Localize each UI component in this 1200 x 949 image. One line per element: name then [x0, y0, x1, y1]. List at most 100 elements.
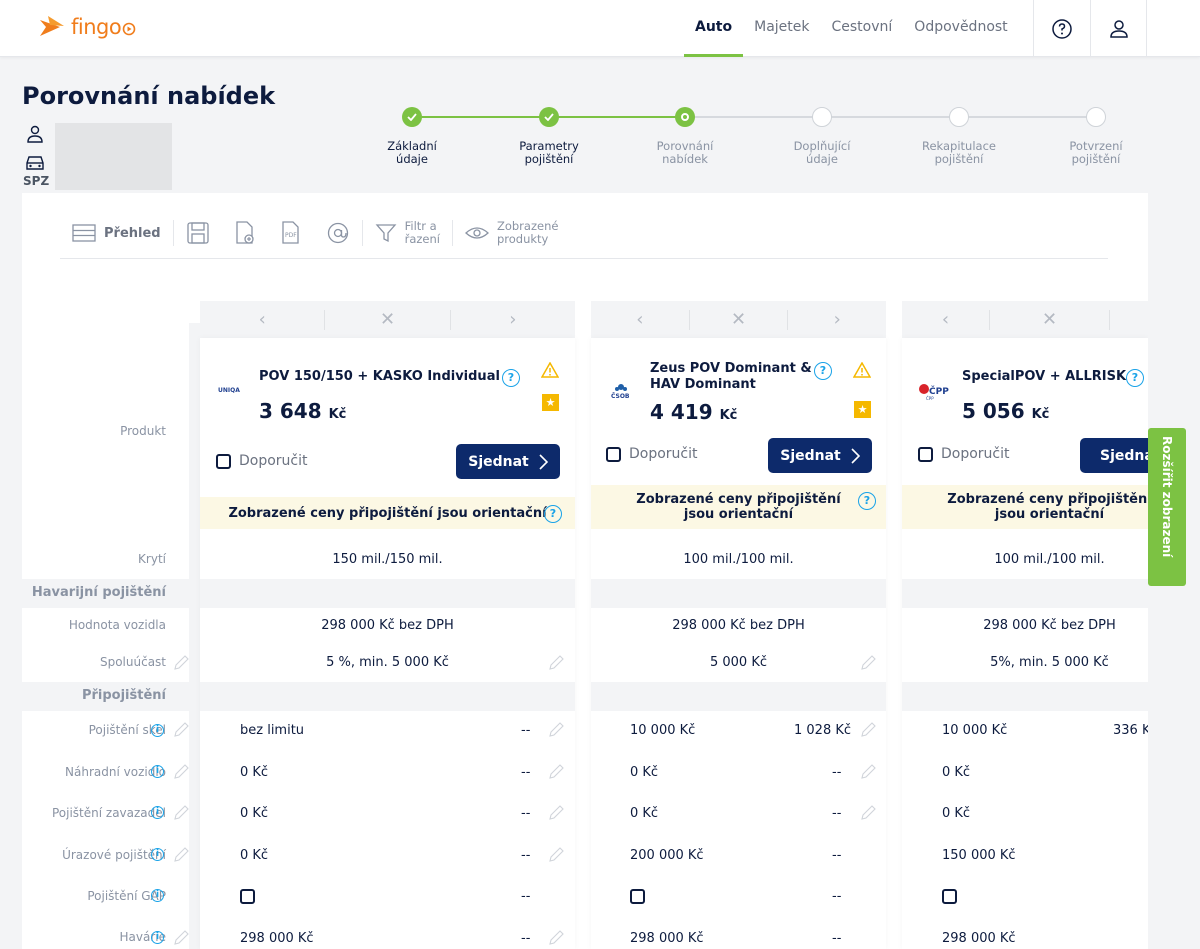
filter-sort-label: Filtr a řazení [404, 219, 440, 246]
product-3-sjednat-button[interactable]: Sjednat [1080, 438, 1148, 473]
step-dot-1[interactable] [402, 107, 422, 127]
edit-pencil-icon[interactable] [173, 764, 189, 780]
edit-pencil-icon[interactable] [860, 764, 876, 780]
p3-urazove: 150 000 Kč [942, 848, 1016, 863]
warning-icon[interactable] [853, 362, 871, 378]
nav-item-majetek[interactable]: Majetek [743, 0, 820, 57]
displayed-products-button[interactable]: Zobrazené produkty [453, 216, 570, 250]
list-view-icon [72, 224, 96, 242]
main-nav: Auto Majetek Cestovní Odpovědnost [684, 0, 1019, 57]
warning-icon[interactable] [541, 362, 559, 378]
edit-pencil-icon[interactable] [173, 930, 189, 946]
move-right-button[interactable]: › [788, 309, 886, 330]
move-left-button[interactable]: ‹ [591, 309, 690, 330]
product-1-nav: ‹ ✕ › [200, 301, 575, 338]
step-label-3: Porovnání nabídek [656, 139, 714, 166]
cpp-logo: ČPP [926, 396, 934, 401]
checkbox[interactable] [606, 446, 621, 462]
edit-pencil-icon[interactable] [173, 805, 189, 821]
overview-label: Přehled [104, 225, 161, 241]
step-label-1: Základní údaje [387, 139, 437, 166]
p3-gap-checkbox[interactable] [942, 889, 957, 904]
move-left-button[interactable]: ‹ [200, 309, 326, 330]
email-button[interactable] [314, 216, 362, 250]
row-label-havarie: Havárie [119, 930, 166, 944]
info-icon[interactable]: i [151, 806, 164, 819]
comparison-toolbar: Přehled PDF Filtr ařazení Zobrazené prod… [60, 208, 1108, 259]
remove-product-button[interactable]: ✕ [990, 309, 1110, 330]
cpp-logo-icon: ČPP [919, 384, 949, 397]
edit-pencil-icon[interactable] [173, 847, 189, 863]
section-band-pripojisteni [902, 682, 1148, 711]
product-1-sjednat-button[interactable]: Sjednat [456, 444, 560, 479]
edit-pencil-icon[interactable] [548, 764, 564, 780]
section-band-pripojisteni [200, 682, 575, 711]
step-dot-3[interactable] [675, 107, 695, 127]
csob-logo: ČSOB [611, 393, 630, 400]
edit-pencil-icon[interactable] [548, 655, 564, 671]
save-button[interactable] [174, 216, 222, 250]
logo-play-icon [122, 22, 136, 36]
nav-item-cestovni[interactable]: Cestovní [821, 0, 904, 57]
remove-product-button[interactable]: ✕ [325, 309, 451, 330]
product-1-recommend-checkbox[interactable]: Doporučit [216, 453, 308, 469]
product-1-help-icon[interactable]: ? [502, 369, 520, 387]
product-2-recommend-checkbox[interactable]: Doporučit [606, 446, 698, 462]
edit-pencil-icon[interactable] [173, 655, 189, 671]
info-icon[interactable]: i [151, 848, 164, 861]
edit-pencil-icon[interactable] [860, 805, 876, 821]
help-button[interactable] [1033, 0, 1090, 57]
move-left-button[interactable]: ‹ [902, 309, 990, 330]
nav-item-auto[interactable]: Auto [684, 0, 744, 57]
edit-pencil-icon[interactable] [548, 722, 564, 738]
info-icon[interactable]: i [151, 889, 164, 902]
column-gutter [189, 323, 200, 949]
overview-button[interactable]: Přehled [60, 216, 173, 250]
move-right-button[interactable]: › [451, 309, 575, 330]
row-label-zavazadla: Pojištění zavazadel [51, 806, 166, 820]
price-notice-help-icon[interactable]: ? [858, 492, 876, 510]
user-account-button[interactable] [1090, 0, 1147, 57]
product-3-recommend-checkbox[interactable]: Doporučit [918, 446, 1010, 462]
p3-zavazadla: 0 Kč [942, 806, 971, 821]
p3-nahradni: 0 Kč [942, 765, 971, 780]
pdf-download-button[interactable]: PDF [268, 216, 314, 250]
step-label-5: Rekapitulace pojištění [922, 139, 996, 166]
edit-pencil-icon[interactable] [173, 722, 189, 738]
p2-kryti: 100 mil./100 mil. [683, 552, 794, 567]
edit-pencil-icon[interactable] [548, 930, 564, 946]
product-2-help-icon[interactable]: ? [814, 362, 832, 380]
filter-sort-button[interactable]: Filtr a řazení [363, 216, 452, 250]
expand-view-button[interactable]: Rozšířit zobrazení [1148, 428, 1186, 586]
edit-pencil-icon[interactable] [548, 805, 564, 821]
filter-icon [375, 224, 397, 243]
p2-gap-checkbox[interactable] [630, 889, 645, 904]
p2-skla-price: 1 028 Kč [794, 723, 852, 738]
step-dot-2[interactable] [539, 107, 559, 127]
add-document-button[interactable] [222, 216, 268, 250]
p2-hodnota: 298 000 Kč bez DPH [672, 618, 805, 633]
price-notice-help-icon[interactable]: ? [544, 505, 562, 523]
nav-item-odpovednost[interactable]: Odpovědnost [903, 0, 1018, 57]
product-3-help-icon[interactable]: ? [1126, 369, 1144, 387]
checkbox[interactable] [918, 446, 933, 462]
p2-nahradni-price: -- [832, 765, 842, 780]
edit-pencil-icon[interactable] [860, 655, 876, 671]
remove-product-button[interactable]: ✕ [690, 309, 789, 330]
vehicle-icons [23, 124, 49, 178]
p1-zavazadla-price: -- [521, 806, 531, 821]
p1-gap-checkbox[interactable] [240, 889, 255, 904]
check-icon [544, 113, 554, 121]
product-3-price-notice: Zobrazené ceny připojištění jsou orienta… [902, 485, 1148, 529]
info-icon[interactable]: i [151, 724, 164, 737]
info-icon[interactable]: i [151, 931, 164, 944]
edit-pencil-icon[interactable] [548, 847, 564, 863]
step-label-4: Doplňující údaje [793, 139, 851, 166]
fingo-logo[interactable]: fingo [38, 14, 136, 40]
info-icon[interactable]: i [151, 765, 164, 778]
p1-zavazadla: 0 Kč [240, 806, 269, 821]
edit-pencil-icon[interactable] [860, 722, 876, 738]
move-right-button[interactable] [1110, 310, 1148, 330]
checkbox[interactable] [216, 453, 231, 469]
product-2-sjednat-button[interactable]: Sjednat [768, 438, 872, 473]
